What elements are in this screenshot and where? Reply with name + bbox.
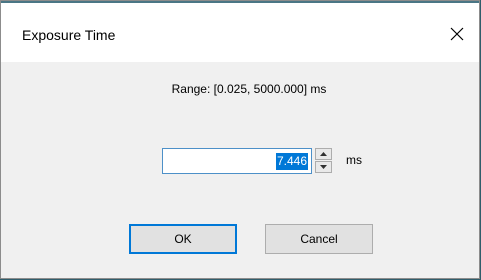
unit-label: ms bbox=[346, 153, 362, 167]
close-icon bbox=[450, 27, 464, 41]
exposure-time-spinner bbox=[315, 148, 333, 174]
cancel-button[interactable]: Cancel bbox=[265, 224, 373, 254]
spin-down-button[interactable] bbox=[315, 161, 332, 173]
spin-down-arrow-icon bbox=[320, 165, 327, 169]
exposure-time-input[interactable]: 7.446 bbox=[162, 148, 312, 174]
exposure-time-value[interactable]: 7.446 bbox=[275, 153, 308, 170]
spin-up-button[interactable] bbox=[315, 148, 332, 160]
close-button[interactable] bbox=[435, 17, 479, 51]
dialog-title: Exposure Time bbox=[22, 27, 116, 43]
ok-button[interactable]: OK bbox=[129, 224, 237, 254]
spin-up-arrow-icon bbox=[320, 152, 327, 156]
title-bar: Exposure Time bbox=[1, 3, 479, 62]
range-label: Range: [0.025, 5000.000] ms bbox=[171, 82, 327, 96]
exposure-time-dialog: Exposure Time Range: [0.025, 5000.000] m… bbox=[0, 0, 480, 279]
